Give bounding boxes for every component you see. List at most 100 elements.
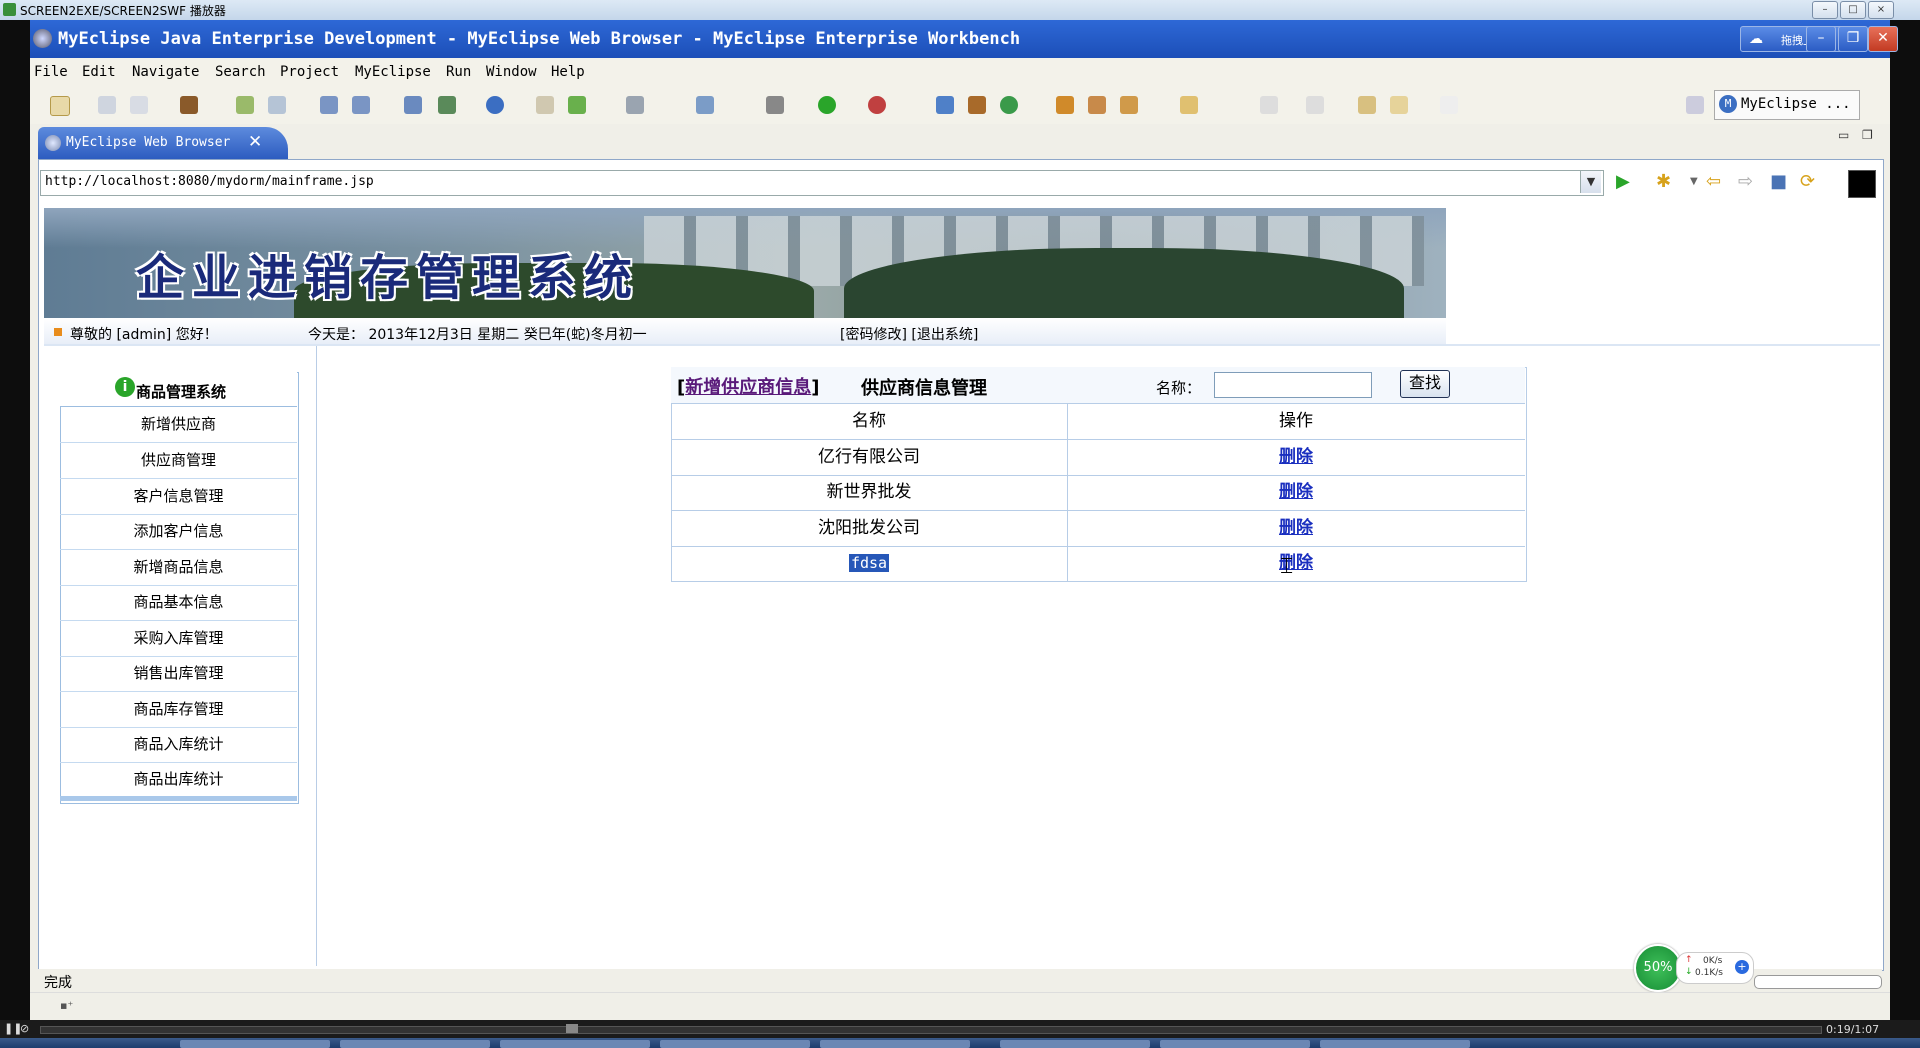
go-icon[interactable]: ▶	[1616, 172, 1630, 192]
sidebar-item-add-customer[interactable]: 添加客户信息	[60, 514, 297, 550]
external-tools-icon[interactable]	[868, 96, 886, 114]
delete-link[interactable]: 删除	[1279, 447, 1313, 467]
tab-close-icon[interactable]: ✕	[248, 132, 262, 152]
open-type-icon[interactable]	[536, 96, 554, 114]
stop-playback-icon[interactable]: ⊘	[20, 1022, 29, 1035]
sidebar-item-sales-out[interactable]: 销售出库管理	[60, 656, 297, 692]
view-maximize-icon[interactable]: ❐	[1862, 128, 1873, 142]
new-package-icon[interactable]	[936, 96, 954, 114]
taskbar-item[interactable]	[180, 1040, 330, 1048]
database-icon[interactable]	[404, 96, 422, 114]
sidebar-item-inventory[interactable]: 商品库存管理	[60, 692, 297, 728]
search-folder-icon[interactable]	[1180, 96, 1198, 114]
ide-title-bar: MyEclipse Java Enterprise Development - …	[30, 20, 1898, 58]
account-links[interactable]: [密码修改] [退出系统]	[840, 324, 978, 344]
delete-link[interactable]: 删除	[1279, 482, 1313, 502]
debug-icon[interactable]	[236, 96, 254, 114]
favorites-dropdown-icon[interactable]: ▼	[1690, 172, 1698, 192]
camera-icon[interactable]	[626, 96, 644, 114]
ide-footer: ▪⁺	[30, 992, 1890, 1021]
prev-annotation-icon[interactable]	[1306, 96, 1324, 114]
menu-myeclipse[interactable]: MyEclipse	[355, 64, 431, 80]
view-minimize-icon[interactable]: ▭	[1838, 128, 1849, 142]
settings-gear-icon[interactable]	[766, 96, 784, 114]
browser-globe-icon[interactable]	[486, 96, 504, 114]
deploy-icon[interactable]	[320, 96, 338, 114]
url-dropdown-button[interactable]: ▼	[1580, 171, 1601, 193]
new-icon[interactable]	[50, 96, 70, 116]
print-icon[interactable]	[130, 96, 148, 114]
last-edit-icon[interactable]	[1358, 96, 1376, 114]
taskbar-item[interactable]	[500, 1040, 650, 1048]
export-icon[interactable]	[438, 96, 456, 114]
back-arrow-icon[interactable]	[1390, 96, 1408, 114]
favorites-star-icon[interactable]: ✱	[1656, 172, 1671, 192]
add-supplier-link[interactable]: 新增供应商信息	[685, 377, 811, 398]
url-field[interactable]: http://localhost:8080/mydorm/mainframe.j…	[40, 170, 1604, 196]
menu-search[interactable]: Search	[215, 64, 266, 80]
open-perspective-icon[interactable]	[1686, 96, 1704, 114]
taskbar-item[interactable]	[340, 1040, 490, 1048]
run-icon[interactable]	[818, 96, 836, 114]
back-icon[interactable]: ⇦	[1706, 172, 1721, 192]
tab-web-browser[interactable]: MyEclipse Web Browser ✕	[38, 127, 288, 159]
playback-knob[interactable]	[566, 1024, 578, 1033]
delete-link[interactable]: 删除	[1279, 518, 1313, 538]
close-button[interactable]: ×	[1868, 1, 1894, 19]
task-icon[interactable]	[1120, 96, 1138, 114]
next-annotation-icon[interactable]	[1260, 96, 1278, 114]
plus-icon[interactable]: +	[1735, 960, 1749, 974]
view-source-icon[interactable]	[1848, 170, 1876, 198]
supplier-search-input[interactable]	[1214, 372, 1372, 398]
fast-view-icon[interactable]: ▪⁺	[60, 999, 73, 1012]
menu-run[interactable]: Run	[446, 64, 471, 80]
minimize-button[interactable]: –	[1812, 1, 1838, 19]
menu-navigate[interactable]: Navigate	[132, 64, 199, 80]
refresh-page-icon[interactable]: ⟳	[1800, 172, 1815, 192]
progress-slider[interactable]	[1754, 975, 1882, 989]
wizard-icon[interactable]	[696, 96, 714, 114]
sidebar-item-add-product[interactable]: 新增商品信息	[60, 550, 297, 586]
menu-help[interactable]: Help	[551, 64, 585, 80]
network-monitor-widget[interactable]: 50% ↑ ↓ 0K/s 0.1K/s +	[1634, 944, 1754, 992]
ide-restore-button[interactable]: ❐	[1838, 26, 1868, 52]
taskbar-item[interactable]	[1160, 1040, 1310, 1048]
menu-project[interactable]: Project	[280, 64, 339, 80]
perspective-switcher[interactable]: M MyEclipse ...	[1714, 90, 1860, 120]
sidebar-item-product-info[interactable]: 商品基本信息	[60, 585, 297, 621]
forward-icon[interactable]: ⇨	[1738, 172, 1753, 192]
name-label: 名称：	[1156, 379, 1202, 397]
maximize-button[interactable]: □	[1840, 1, 1866, 19]
editor-tab-row	[30, 124, 1890, 160]
search-button[interactable]: 查找	[1400, 370, 1450, 398]
ide-close-button[interactable]: ✕	[1868, 26, 1898, 52]
sidebar-item-inbound-stats[interactable]: 商品入库统计	[60, 727, 297, 763]
sidebar-item-supplier-management[interactable]: 供应商管理	[60, 443, 297, 479]
menu-edit[interactable]: Edit	[82, 64, 116, 80]
download-arrow-icon: ↓	[1685, 967, 1693, 977]
add-icon[interactable]	[568, 96, 586, 114]
sidebar-item-outbound-stats[interactable]: 商品出库统计	[60, 762, 297, 798]
stop-icon[interactable]: ■	[1770, 172, 1787, 192]
playback-track[interactable]	[40, 1026, 1822, 1034]
browser-tab-icon	[45, 135, 61, 151]
new-class-icon[interactable]	[968, 96, 986, 114]
sidebar-item-customer-management[interactable]: 客户信息管理	[60, 479, 297, 515]
package-icon[interactable]	[180, 96, 198, 114]
save-icon[interactable]	[98, 96, 116, 114]
menu-file[interactable]: File	[34, 64, 68, 80]
taskbar-item[interactable]	[820, 1040, 970, 1048]
taskbar-item[interactable]	[1320, 1040, 1470, 1048]
redeploy-icon[interactable]	[352, 96, 370, 114]
server-icon[interactable]	[268, 96, 286, 114]
forward-arrow-icon[interactable]	[1440, 96, 1458, 114]
menu-window[interactable]: Window	[486, 64, 537, 80]
sidebar-item-add-supplier[interactable]: 新增供应商	[60, 407, 297, 443]
taskbar-item[interactable]	[1000, 1040, 1150, 1048]
open-folder-icon[interactable]	[1056, 96, 1074, 114]
taskbar-item[interactable]	[660, 1040, 810, 1048]
refresh-icon[interactable]	[1000, 96, 1018, 114]
ide-minimize-button[interactable]: –	[1806, 26, 1836, 52]
sidebar-item-purchase-in[interactable]: 采购入库管理	[60, 621, 297, 657]
pen-icon[interactable]	[1088, 96, 1106, 114]
